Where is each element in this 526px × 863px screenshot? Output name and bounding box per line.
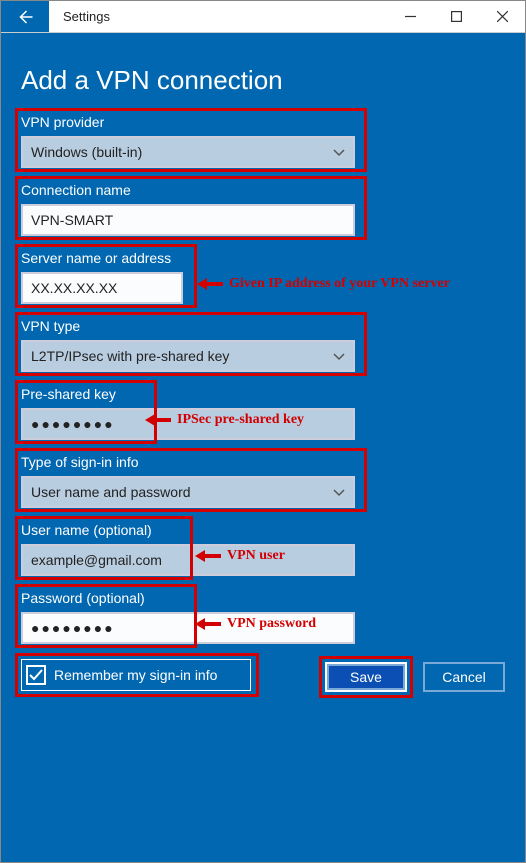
input-server[interactable]: XX.XX.XX.XX bbox=[21, 272, 183, 304]
content-area: Add a VPN connection VPN provider Window… bbox=[1, 33, 525, 862]
field-password: Password (optional) ●●●●●●●● VPN passwor… bbox=[21, 590, 505, 644]
arrow-left-icon bbox=[195, 617, 221, 631]
input-value: XX.XX.XX.XX bbox=[31, 280, 117, 296]
footer-row: Remember my sign-in info Save Cancel bbox=[21, 658, 505, 692]
arrow-left-icon bbox=[197, 277, 223, 291]
page-title: Add a VPN connection bbox=[21, 65, 505, 96]
label-pass: Password (optional) bbox=[21, 590, 505, 606]
chevron-down-icon bbox=[333, 484, 345, 500]
close-icon bbox=[497, 11, 508, 22]
input-value: ●●●●●●●● bbox=[31, 416, 115, 432]
chevron-down-icon bbox=[333, 348, 345, 364]
select-vpn-provider[interactable]: Windows (built-in) bbox=[21, 136, 355, 168]
input-connection-name[interactable]: VPN-SMART bbox=[21, 204, 355, 236]
field-vpn-provider: VPN provider Windows (built-in) bbox=[21, 114, 505, 168]
input-value: ●●●●●●●● bbox=[31, 620, 115, 636]
field-psk: Pre-shared key ●●●●●●●● IPSec pre-shared… bbox=[21, 386, 505, 440]
label-user: User name (optional) bbox=[21, 522, 505, 538]
arrow-left-icon bbox=[145, 413, 171, 427]
label-server: Server name or address bbox=[21, 250, 505, 266]
maximize-button[interactable] bbox=[433, 1, 479, 32]
input-username[interactable]: example@gmail.com bbox=[21, 544, 355, 576]
back-button[interactable] bbox=[1, 1, 49, 32]
label-connection-name: Connection name bbox=[21, 182, 505, 198]
remember-label: Remember my sign-in info bbox=[54, 667, 217, 683]
annotation-pass: VPN password bbox=[195, 616, 316, 632]
chevron-down-icon bbox=[333, 144, 345, 160]
window-title: Settings bbox=[49, 1, 110, 32]
annotation-server: Given IP address of your VPN server bbox=[197, 276, 450, 292]
checkbox-checked-icon bbox=[26, 665, 46, 685]
field-vpn-type: VPN type L2TP/IPsec with pre-shared key bbox=[21, 318, 505, 372]
input-value: example@gmail.com bbox=[31, 552, 162, 568]
minimize-button[interactable] bbox=[387, 1, 433, 32]
close-button[interactable] bbox=[479, 1, 525, 32]
select-value: Windows (built-in) bbox=[31, 144, 142, 160]
field-signin-type: Type of sign-in info User name and passw… bbox=[21, 454, 505, 508]
label-signin: Type of sign-in info bbox=[21, 454, 505, 470]
input-value: VPN-SMART bbox=[31, 212, 113, 228]
settings-window: Settings Add a VPN connection VPN provid… bbox=[0, 0, 526, 863]
minimize-icon bbox=[405, 11, 416, 22]
field-server-name: Server name or address XX.XX.XX.XX Given… bbox=[21, 250, 505, 304]
arrow-left-icon bbox=[195, 549, 221, 563]
maximize-icon bbox=[451, 11, 462, 22]
annotation-psk: IPSec pre-shared key bbox=[145, 412, 304, 428]
remember-checkbox[interactable]: Remember my sign-in info bbox=[21, 659, 251, 691]
field-username: User name (optional) example@gmail.com V… bbox=[21, 522, 505, 576]
arrow-left-icon bbox=[16, 8, 34, 26]
cancel-button[interactable]: Cancel bbox=[423, 662, 505, 692]
button-row: Save Cancel bbox=[325, 662, 505, 692]
label-vpn-provider: VPN provider bbox=[21, 114, 505, 130]
annotation-user: VPN user bbox=[195, 548, 285, 564]
select-vpn-type[interactable]: L2TP/IPsec with pre-shared key bbox=[21, 340, 355, 372]
titlebar: Settings bbox=[1, 1, 525, 33]
label-psk: Pre-shared key bbox=[21, 386, 505, 402]
field-connection-name: Connection name VPN-SMART bbox=[21, 182, 505, 236]
save-button[interactable]: Save bbox=[325, 662, 407, 692]
select-signin-type[interactable]: User name and password bbox=[21, 476, 355, 508]
select-value: L2TP/IPsec with pre-shared key bbox=[31, 348, 229, 364]
label-vpn-type: VPN type bbox=[21, 318, 505, 334]
select-value: User name and password bbox=[31, 484, 191, 500]
